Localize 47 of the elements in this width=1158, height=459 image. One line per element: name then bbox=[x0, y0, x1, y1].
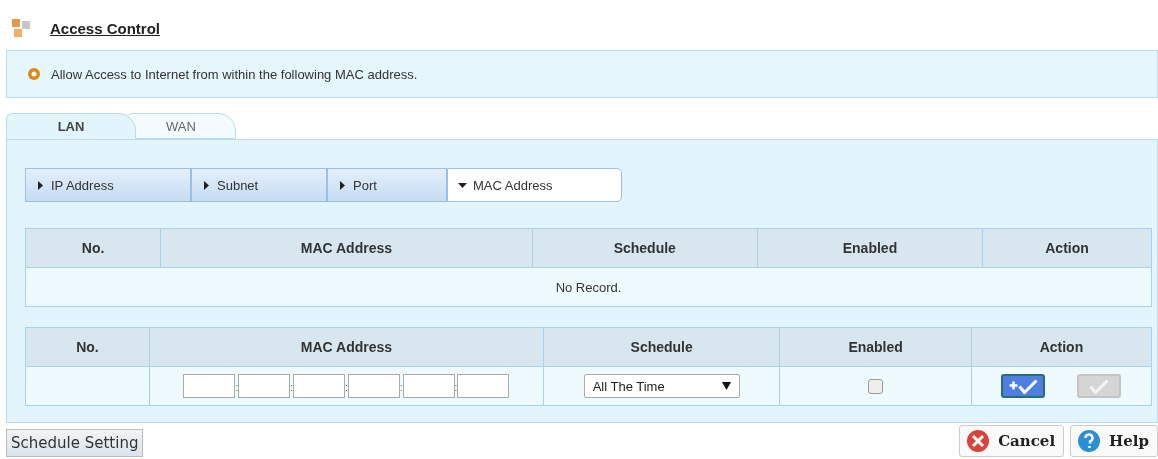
plus-check-icon bbox=[1008, 378, 1039, 394]
mac-octet-field[interactable] bbox=[457, 374, 510, 398]
column-header: No. bbox=[25, 228, 161, 268]
caret-right-icon bbox=[338, 180, 347, 190]
help-button[interactable]: Help bbox=[1070, 425, 1158, 457]
column-header: Action bbox=[971, 327, 1152, 367]
bullet-icon bbox=[27, 67, 41, 81]
caret-down-icon bbox=[458, 180, 467, 190]
mac-octet-field[interactable] bbox=[238, 374, 291, 398]
tab[interactable]: WAN bbox=[126, 113, 236, 139]
cancel-button[interactable]: Cancel bbox=[959, 425, 1065, 457]
check-icon bbox=[1089, 378, 1110, 394]
dropdown-caret-icon bbox=[721, 382, 731, 390]
tab[interactable]: LAN bbox=[6, 113, 136, 139]
column-header: Schedule bbox=[532, 228, 758, 268]
add-button[interactable] bbox=[1001, 374, 1046, 398]
filter-tab[interactable]: Subnet bbox=[191, 168, 327, 202]
column-header: MAC Address bbox=[160, 228, 533, 268]
help-icon bbox=[1077, 429, 1102, 453]
filter-tab[interactable]: MAC Address bbox=[447, 168, 622, 202]
mac-octet-field[interactable] bbox=[293, 374, 345, 398]
colon-separator: : bbox=[235, 381, 239, 393]
schedule-select[interactable]: All The Time bbox=[583, 374, 740, 398]
column-header: Enabled bbox=[779, 327, 972, 367]
empty-message: No Record. bbox=[25, 267, 1152, 307]
mac-octet-field[interactable] bbox=[347, 374, 400, 398]
colon-separator: : bbox=[290, 381, 293, 393]
column-header: Enabled bbox=[757, 228, 983, 268]
colon-separator: : bbox=[454, 381, 458, 393]
column-header: No. bbox=[25, 327, 150, 367]
info-text: Allow Access to Internet from within the following MAC address. bbox=[51, 66, 418, 82]
caret-right-icon bbox=[202, 180, 211, 190]
page-title: Access Control bbox=[50, 19, 161, 37]
filter-tab[interactable]: Port bbox=[327, 168, 447, 202]
mac-octet-field[interactable] bbox=[183, 374, 236, 398]
column-header: Action bbox=[982, 228, 1152, 268]
mac-octet-field[interactable] bbox=[402, 374, 455, 398]
column-header: MAC Address bbox=[149, 327, 544, 367]
enabled-checkbox[interactable] bbox=[868, 379, 884, 395]
cubes-icon bbox=[10, 17, 32, 39]
close-icon bbox=[966, 429, 991, 453]
column-header: Schedule bbox=[543, 327, 780, 367]
filter-tab[interactable]: IP Address bbox=[25, 168, 191, 202]
colon-separator: : bbox=[345, 381, 348, 393]
schedule-setting-button[interactable]: Schedule Setting bbox=[6, 429, 144, 457]
colon-separator: : bbox=[399, 381, 403, 393]
caret-right-icon bbox=[36, 180, 45, 190]
